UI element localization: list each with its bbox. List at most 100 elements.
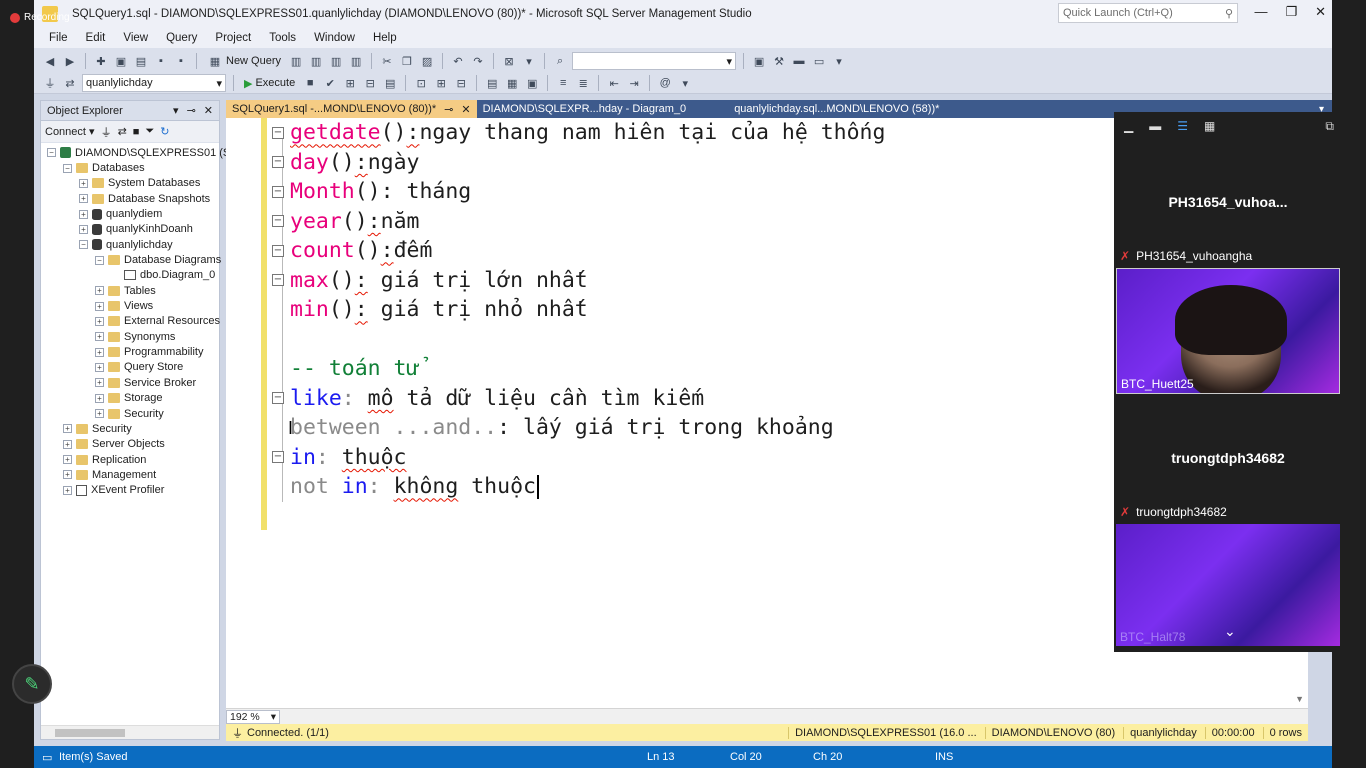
cut-icon[interactable]: ✂	[379, 53, 395, 69]
code-line[interactable]: -- toán tử	[272, 354, 885, 384]
collapse-region-icon[interactable]: −	[272, 451, 284, 464]
dropdown-chevron-icon[interactable]: ▾	[521, 53, 537, 69]
code-line[interactable]: − day(): ngày	[272, 148, 885, 178]
expand-icon[interactable]: +	[95, 316, 104, 326]
expand-icon[interactable]: +	[95, 393, 104, 403]
find-combo[interactable]: ▾	[572, 52, 737, 70]
results-to-text-icon[interactable]: ▤	[382, 75, 398, 91]
connect-icon[interactable]: ⏚	[42, 75, 58, 91]
collapse-icon[interactable]: −	[95, 255, 104, 265]
expand-icon[interactable]: +	[63, 439, 72, 449]
results-to-text-icon[interactable]: ▤	[484, 75, 500, 91]
speaker-view-icon[interactable]: ▬	[1149, 119, 1161, 133]
tab-diagram[interactable]: DIAMOND\SQLEXPR...hday - Diagram_0	[477, 100, 693, 118]
menu-tools[interactable]: Tools	[260, 32, 305, 44]
code-line[interactable]: − getdate(): ngay thang nam hiên tại của h…	[272, 118, 885, 148]
tree-node[interactable]: + Views	[41, 298, 219, 313]
menu-help[interactable]: Help	[364, 32, 406, 44]
database-combo[interactable]: quanlylichday ▾	[82, 74, 226, 92]
expand-icon[interactable]: +	[95, 347, 104, 357]
tree-node[interactable]: + Security	[41, 421, 219, 436]
undo-icon[interactable]: ↶	[450, 53, 466, 69]
code-line[interactable]: min(): giá trị nhỏ nhất	[272, 295, 885, 325]
pin-icon[interactable]: ⊸	[187, 104, 196, 117]
code-line[interactable]: not in: không thuộc	[272, 472, 885, 502]
back-icon[interactable]: ◀	[42, 53, 58, 69]
decrease-indent-icon[interactable]: ⇤	[606, 75, 622, 91]
properties-icon[interactable]: ⚒	[771, 53, 787, 69]
annotation-pen-button[interactable]: ✎	[12, 664, 52, 704]
collapse-region-icon[interactable]: −	[272, 126, 284, 139]
save-icon[interactable]: ▪	[153, 53, 169, 69]
tree-node[interactable]: dbo.Diagram_0	[41, 268, 219, 283]
expand-icon[interactable]: +	[63, 470, 72, 480]
expand-icon[interactable]: +	[79, 209, 88, 219]
find-icon[interactable]: ⌕	[552, 53, 568, 69]
include-plan-icon[interactable]: ⊡	[413, 75, 429, 91]
expand-icon[interactable]: +	[95, 409, 104, 419]
collapse-icon[interactable]: −	[79, 240, 88, 250]
code-area[interactable]: − getdate(): ngay thang nam hiên tại của h…	[272, 118, 885, 502]
tree-node[interactable]: − Databases	[41, 160, 219, 175]
menu-edit[interactable]: Edit	[77, 32, 115, 44]
dax-query-icon[interactable]: ▥	[348, 53, 364, 69]
close-tab-icon[interactable]: ✕	[461, 103, 470, 116]
solution-icon[interactable]: ⊠	[501, 53, 517, 69]
tree-node[interactable]: − DIAMOND\SQLEXPRESS01 (SQ	[41, 145, 239, 160]
menu-query[interactable]: Query	[157, 32, 206, 44]
tree-node[interactable]: + Management	[41, 467, 219, 482]
new-query-button[interactable]: ▦ New Query	[204, 53, 284, 69]
tree-node[interactable]: + Tables	[41, 283, 219, 298]
panel-menu-icon[interactable]: ▾	[173, 104, 179, 117]
expand-icon[interactable]: +	[79, 224, 88, 234]
minimize-icon[interactable]: ▁	[1124, 119, 1133, 133]
tree-node[interactable]: + Replication	[41, 452, 219, 467]
restore-button[interactable]: ❐	[1285, 4, 1297, 20]
close-icon[interactable]: ✕	[204, 104, 213, 117]
code-line[interactable]: − like: mô tả dữ liệu cần tìm kiếm	[272, 384, 885, 414]
horizontal-scrollbar[interactable]	[41, 725, 219, 739]
collapse-region-icon[interactable]: −	[272, 185, 284, 198]
tree-node[interactable]: + XEvent Profiler	[41, 483, 219, 498]
xmla-query-icon[interactable]: ▥	[328, 53, 344, 69]
expand-icon[interactable]: +	[79, 194, 88, 204]
close-window-button[interactable]: ✕	[1315, 4, 1326, 20]
grid-view-icon[interactable]: ▦	[1204, 119, 1215, 133]
connect-dropdown[interactable]: Connect ▾	[45, 125, 95, 138]
tree-node[interactable]: + Synonyms	[41, 329, 219, 344]
toolbox-icon[interactable]: ▬	[791, 53, 807, 69]
tree-node[interactable]: + System Databases	[41, 176, 219, 191]
code-line[interactable]: − max(): giá trị lớn nhất	[272, 266, 885, 296]
copy-icon[interactable]: ❐	[399, 53, 415, 69]
open-file-icon[interactable]: ▤	[133, 53, 149, 69]
tree-node[interactable]: + Server Objects	[41, 437, 219, 452]
forward-icon[interactable]: ▶	[62, 53, 78, 69]
toolbar-options-icon[interactable]: ▾	[831, 53, 847, 69]
stop-icon[interactable]: ■	[302, 75, 318, 91]
estimated-plan-icon[interactable]: ⊞	[342, 75, 358, 91]
query-designer-icon[interactable]: ⊟	[362, 75, 378, 91]
live-stats-icon[interactable]: ⊞	[433, 75, 449, 91]
pin-icon[interactable]: ⊸	[444, 103, 453, 116]
expand-icon[interactable]: +	[63, 485, 72, 495]
mdx-query-icon[interactable]: ▥	[288, 53, 304, 69]
tree-node[interactable]: + Storage	[41, 391, 219, 406]
connect-icon[interactable]: ⏚	[101, 124, 112, 140]
collapse-region-icon[interactable]: −	[272, 244, 284, 257]
tree-node[interactable]: + Database Snapshots	[41, 191, 219, 206]
tree-node[interactable]: + Programmability	[41, 344, 219, 359]
collapse-region-icon[interactable]: −	[272, 274, 284, 287]
menu-view[interactable]: View	[114, 32, 157, 44]
uncomment-icon[interactable]: ≣	[575, 75, 591, 91]
add-item-icon[interactable]: ▣	[113, 53, 129, 69]
tree-node[interactable]: + Service Broker	[41, 375, 219, 390]
tree-node[interactable]: + External Resources	[41, 314, 220, 329]
tree-node[interactable]: − Database Diagrams	[41, 252, 221, 267]
tree-node[interactable]: + quanlyKinhDoanh	[41, 222, 219, 237]
expand-icon[interactable]: +	[79, 178, 88, 188]
code-line[interactable]	[272, 325, 885, 355]
expand-icon[interactable]: +	[63, 455, 72, 465]
participant-video-1[interactable]: BTC_Huett25	[1116, 268, 1340, 394]
tab-quanlylichday-sql[interactable]: quanlylichday.sql...MOND\LENOVO (58))*	[728, 100, 945, 118]
results-to-grid-icon[interactable]: ▦	[504, 75, 520, 91]
